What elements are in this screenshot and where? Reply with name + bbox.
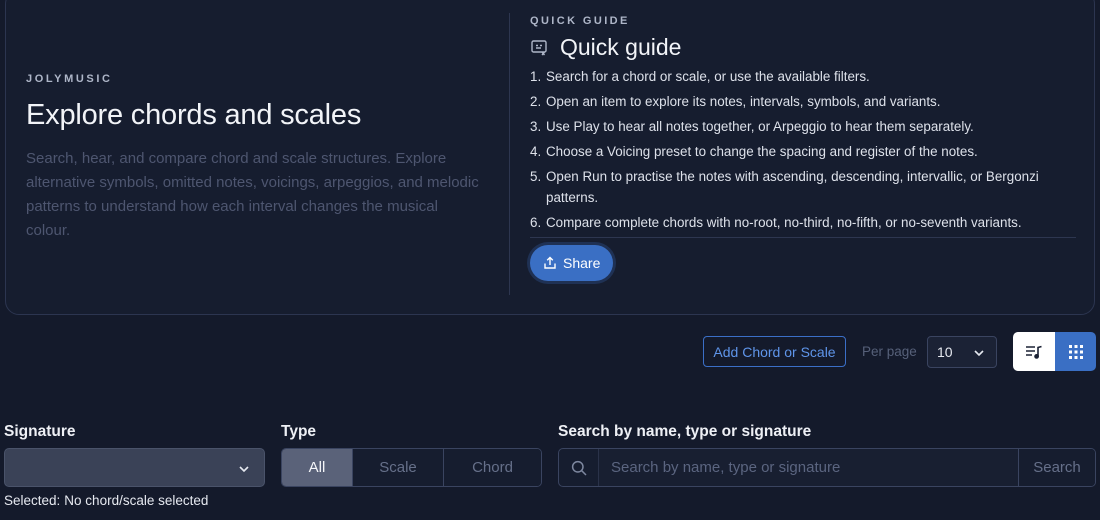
per-page-value: 10 [937,344,953,360]
guide-step: 1. Search for a chord or scale, or use th… [530,69,870,84]
share-icon [544,256,556,269]
type-option-chord[interactable]: Chord [444,449,541,486]
type-segmented-control: All Scale Chord [281,448,542,487]
chevron-down-icon [239,466,249,473]
guide-eyebrow: QUICK GUIDE [530,15,630,27]
selected-status: Selected: No chord/scale selected [4,493,208,508]
hero-divider [509,13,510,295]
per-page-label: Per page [862,344,917,359]
signature-select[interactable] [4,448,265,487]
guide-icon [531,39,547,55]
search-icon [571,460,587,476]
guide-step: 5. Open Run to practise the notes with as… [530,169,1039,205]
guide-step: 3. Use Play to hear all notes together, o… [530,119,974,134]
page-title: Explore chords and scales [26,99,362,131]
type-option-scale[interactable]: Scale [353,449,444,486]
guide-steps: 1. Search for a chord or scale, or use th… [530,66,1078,233]
grid-icon [1068,344,1083,359]
guide-title: Quick guide [560,34,682,60]
grid-view-button[interactable] [1055,332,1096,371]
search-button[interactable]: Search [1018,449,1095,486]
per-page-select[interactable]: 10 [927,336,997,368]
search-label: Search by name, type or signature [558,423,812,440]
type-option-all[interactable]: All [282,449,353,486]
search-group: Search [558,448,1096,487]
hero-intro: JOLYMUSIC Explore chords and scales Sear… [26,73,486,243]
signature-label: Signature [4,423,76,440]
brand-eyebrow: JOLYMUSIC [26,73,113,85]
guide-header: Quick guide [530,34,1078,61]
guide-step: 2. Open an item to explore its notes, int… [530,94,941,109]
share-button[interactable]: Share [530,245,614,281]
selected-value: No chord/scale selected [64,493,209,508]
music-list-icon [1026,345,1042,359]
hero-description: Search, hear, and compare chord and scal… [26,150,479,239]
add-chord-or-scale-button[interactable]: Add Chord or Scale [703,336,846,367]
type-label: Type [281,423,317,440]
list-view-button[interactable] [1013,332,1055,371]
guide-step: 4. Choose a Voicing preset to change the … [530,144,978,159]
search-addon [559,449,599,486]
selected-label: Selected: [4,493,61,508]
hero-card: JOLYMUSIC Explore chords and scales Sear… [5,0,1095,315]
guide-separator [530,237,1076,238]
list-toolbar: Add Chord or Scale Per page 10 [0,332,1100,371]
guide-step: 6. Compare complete chords with no-root, … [530,215,1022,230]
quick-guide: QUICK GUIDE Quick guide 1. Search for a c… [530,15,1078,281]
view-toggle [1013,332,1096,371]
share-label: Share [563,255,601,271]
chevron-down-icon [974,350,984,357]
search-input[interactable] [599,449,1018,486]
